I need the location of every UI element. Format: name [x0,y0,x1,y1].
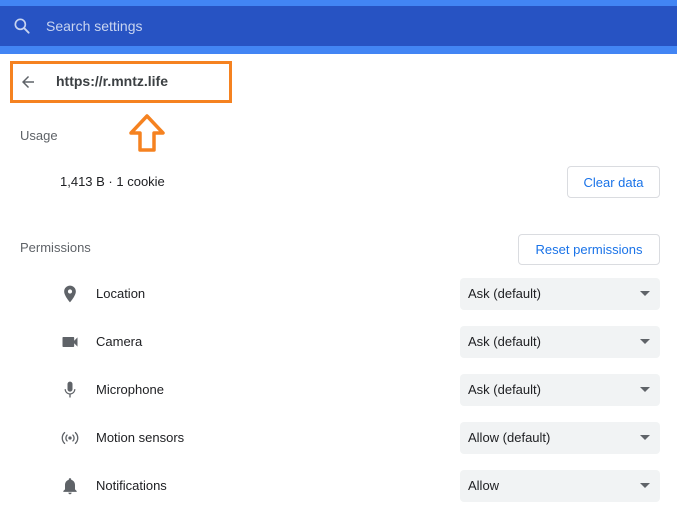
motion-sensors-icon [61,431,79,445]
permission-row-location: Location Ask (default) [0,278,677,310]
settings-header [0,0,677,54]
dropdown-caret-icon [640,291,650,296]
bell-icon [63,478,77,495]
clear-data-button[interactable]: Clear data [567,166,660,198]
dropdown-caret-icon [640,339,650,344]
camera-icon [62,337,78,347]
header-strip-bottom [0,46,677,54]
permission-row-microphone: Microphone Ask (default) [0,374,677,406]
microphone-select[interactable]: Ask (default) [460,374,660,406]
permission-label: Camera [96,334,143,349]
permission-label: Notifications [96,478,167,493]
annotation-up-arrow-icon [129,114,165,152]
camera-select[interactable]: Ask (default) [460,326,660,358]
usage-summary: 1,413 B · 1 cookie [60,174,165,189]
permission-label: Microphone [96,382,164,397]
motion-sensors-select[interactable]: Allow (default) [460,422,660,454]
usage-heading: Usage [20,128,58,143]
permissions-heading: Permissions [20,240,91,255]
search-icon [14,18,30,34]
reset-permissions-button[interactable]: Reset permissions [518,234,660,265]
permission-label: Motion sensors [96,430,185,445]
site-url-title: https://r.mntz.life [56,73,168,89]
select-value: Allow [468,478,500,493]
select-value: Allow (default) [468,430,551,445]
select-value: Ask (default) [468,382,541,397]
permission-row-notifications: Notifications Allow [0,470,677,502]
location-pin-icon [64,285,76,303]
dropdown-caret-icon [640,483,650,488]
select-value: Ask (default) [468,286,541,301]
back-arrow-icon[interactable] [19,73,37,91]
dropdown-caret-icon [640,435,650,440]
search-input[interactable] [46,14,646,38]
permission-label: Location [96,286,146,301]
dropdown-caret-icon [640,387,650,392]
select-value: Ask (default) [468,334,541,349]
permission-row-motion-sensors: Motion sensors Allow (default) [0,422,677,454]
permission-row-camera: Camera Ask (default) [0,326,677,358]
location-select[interactable]: Ask (default) [460,278,660,310]
microphone-icon [64,381,76,398]
notifications-select[interactable]: Allow [460,470,660,502]
search-bar[interactable] [0,6,677,46]
